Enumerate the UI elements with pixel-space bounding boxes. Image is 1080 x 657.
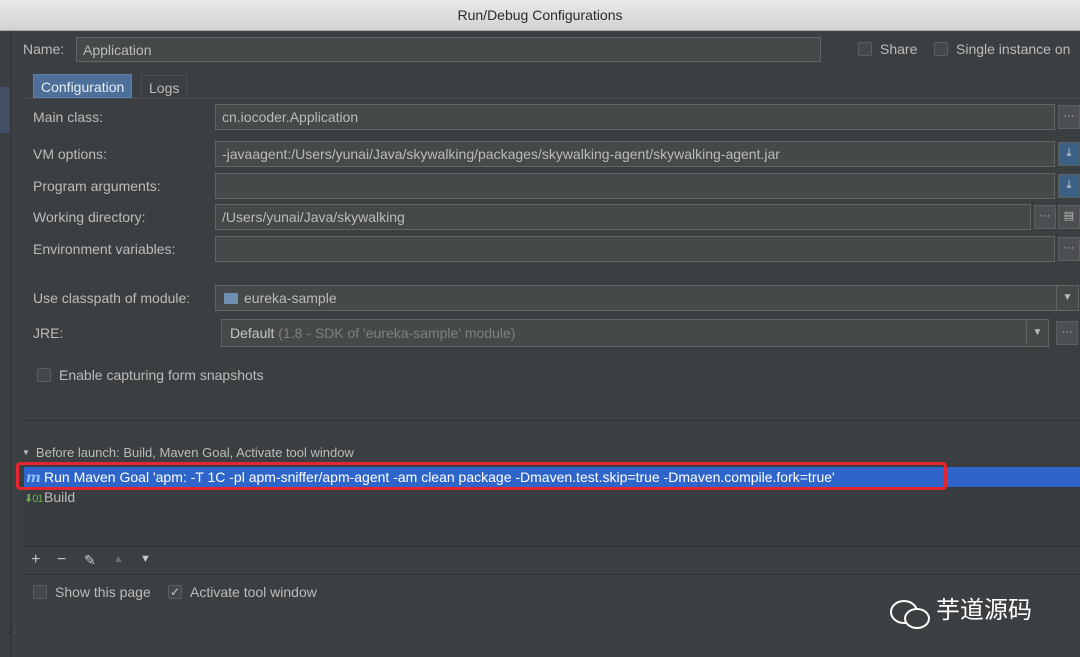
tab-configuration[interactable]: Configuration	[33, 74, 133, 98]
working-dir-browse-button[interactable]: ···	[1034, 205, 1056, 229]
edit-icon[interactable]: ✎	[84, 552, 96, 569]
env-vars-browse-button[interactable]: ···	[1058, 237, 1080, 261]
working-dir-input[interactable]: /Users/yunai/Java/skywalking	[215, 204, 1031, 230]
working-dir-macro-icon[interactable]: ▤	[1058, 205, 1080, 229]
main-class-browse-button[interactable]: ···	[1058, 105, 1080, 129]
jre-hint: (1.8 - SDK of 'eureka-sample' module)	[278, 325, 516, 341]
activate-label[interactable]: Activate tool window	[190, 584, 317, 600]
jre-browse-button[interactable]: ···	[1056, 321, 1078, 345]
main-class-label: Main class:	[33, 109, 104, 125]
remove-icon[interactable]: −	[57, 551, 66, 569]
wechat-icon	[890, 598, 930, 629]
name-label: Name:	[23, 41, 65, 57]
list-item[interactable]: ⬇01 Build	[24, 487, 1080, 507]
activate-checkbox[interactable]: ✓	[168, 585, 182, 599]
snapshots-label[interactable]: Enable capturing form snapshots	[59, 367, 264, 383]
tab-logs[interactable]: Logs	[141, 75, 188, 98]
highlight-box	[16, 462, 947, 490]
show-page-checkbox[interactable]	[33, 585, 47, 599]
config-tree-edge[interactable]	[0, 31, 11, 657]
classpath-value: eureka-sample	[244, 290, 337, 306]
name-input[interactable]: Application	[76, 37, 821, 62]
classpath-label: Use classpath of module:	[33, 290, 191, 306]
show-page-label[interactable]: Show this page	[55, 584, 151, 600]
single-instance-checkbox[interactable]	[934, 42, 948, 56]
vm-options-expand-icon[interactable]: ⤓	[1058, 142, 1080, 166]
jre-label: JRE:	[33, 325, 64, 341]
before-launch-header[interactable]: ▼ Before launch: Build, Maven Goal, Activ…	[22, 445, 354, 460]
section-divider	[23, 420, 1080, 421]
watermark-text: 芋道源码	[936, 597, 1032, 624]
tree-selection	[0, 87, 10, 133]
env-vars-label: Environment variables:	[33, 241, 176, 257]
working-dir-label: Working directory:	[33, 209, 146, 225]
program-args-input[interactable]	[215, 173, 1055, 199]
snapshots-checkbox[interactable]	[37, 368, 51, 382]
single-instance-label[interactable]: Single instance on	[956, 41, 1070, 57]
move-down-icon[interactable]: ▼	[140, 553, 151, 565]
toolbar-divider	[23, 546, 1080, 547]
chevron-down-icon[interactable]: ▼	[1026, 321, 1048, 345]
program-args-label: Program arguments:	[33, 178, 161, 194]
before-launch-title: Before launch: Build, Maven Goal, Activa…	[35, 445, 354, 460]
tab-divider	[23, 98, 1080, 99]
window-title: Run/Debug Configurations	[457, 7, 623, 23]
build-icon: ⬇01	[24, 493, 43, 505]
move-up-icon[interactable]: ▲	[113, 553, 124, 565]
share-label[interactable]: Share	[880, 41, 917, 57]
classpath-select[interactable]: eureka-sample	[215, 285, 1079, 311]
vm-options-label: VM options:	[33, 146, 107, 162]
collapse-triangle-icon: ▼	[22, 448, 30, 457]
module-folder-icon	[224, 292, 238, 304]
jre-select[interactable]: Default (1.8 - SDK of 'eureka-sample' mo…	[221, 319, 1049, 347]
vm-options-input[interactable]: -javaagent:/Users/yunai/Java/skywalking/…	[215, 141, 1055, 167]
resize-grip-icon[interactable]: ⋮	[10, 625, 20, 635]
jre-value: Default	[230, 325, 275, 341]
list-item-label: Build	[44, 489, 76, 505]
chevron-down-icon[interactable]: ▼	[1056, 286, 1078, 310]
add-icon[interactable]: +	[31, 551, 40, 569]
share-checkbox[interactable]	[858, 42, 872, 56]
program-args-expand-icon[interactable]: ⤓	[1058, 174, 1080, 198]
env-vars-input[interactable]	[215, 236, 1055, 262]
main-class-input[interactable]: cn.iocoder.Application	[215, 104, 1055, 130]
toolbar-bottom-divider	[23, 574, 1080, 575]
window-titlebar: Run/Debug Configurations	[0, 0, 1080, 31]
watermark: 芋道源码	[890, 590, 1032, 629]
